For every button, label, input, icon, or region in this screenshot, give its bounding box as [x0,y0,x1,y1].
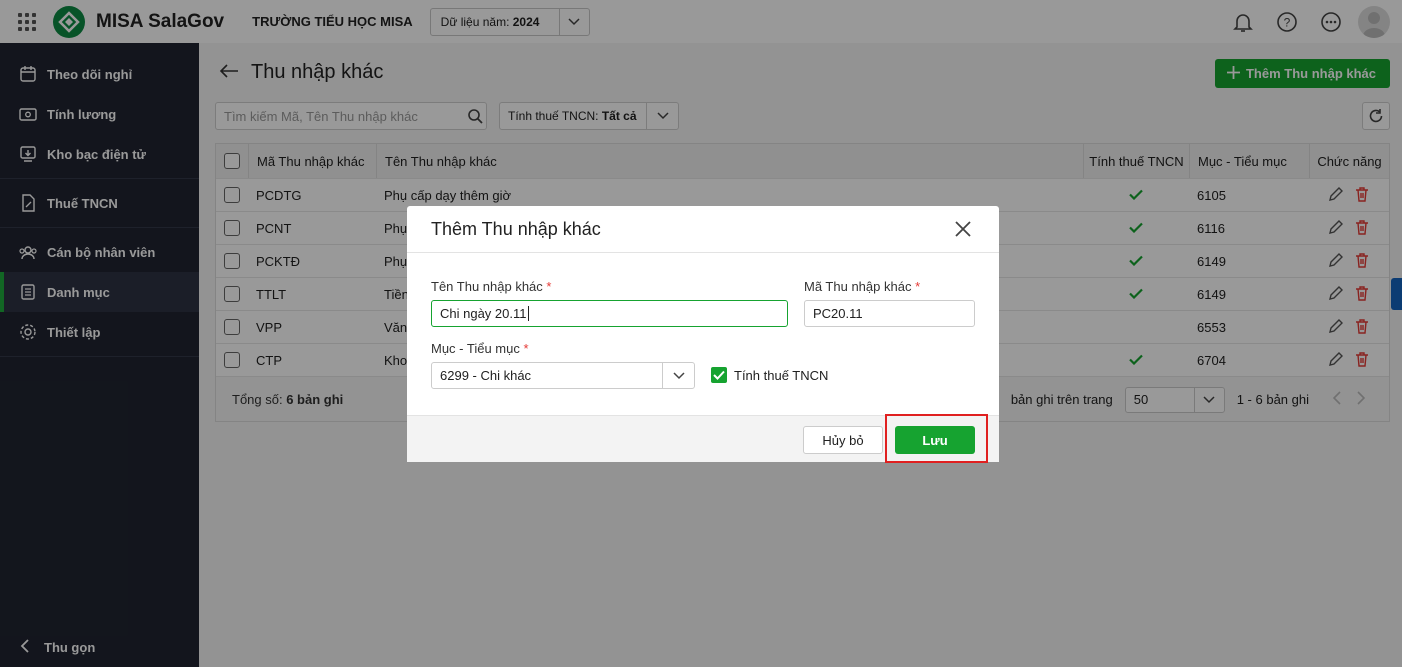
name-field-value: Chi ngày 20.11 [440,306,527,321]
tax-checkbox[interactable] [711,367,727,383]
muc-select[interactable]: 6299 - Chi khác [431,362,695,389]
code-field-label: Mã Thu nhập khác * [804,279,921,294]
name-field-label: Tên Thu nhập khác * [431,279,552,294]
cancel-button[interactable]: Hủy bỏ [803,426,883,454]
tax-checkbox-row[interactable]: Tính thuế TNCN [711,367,828,383]
save-button-highlight [885,414,988,463]
close-icon[interactable] [953,219,973,239]
muc-value: 6299 - Chi khác [440,368,532,383]
dialog-title: Thêm Thu nhập khác [431,218,601,239]
code-field[interactable]: PC20.11 [804,300,975,327]
tax-checkbox-label: Tính thuế TNCN [734,367,829,383]
code-field-value: PC20.11 [813,306,863,321]
name-field[interactable]: Chi ngày 20.11 [431,300,788,327]
chevron-down-icon[interactable] [662,363,694,388]
muc-field-label: Mục - Tiểu mục * [431,341,529,356]
